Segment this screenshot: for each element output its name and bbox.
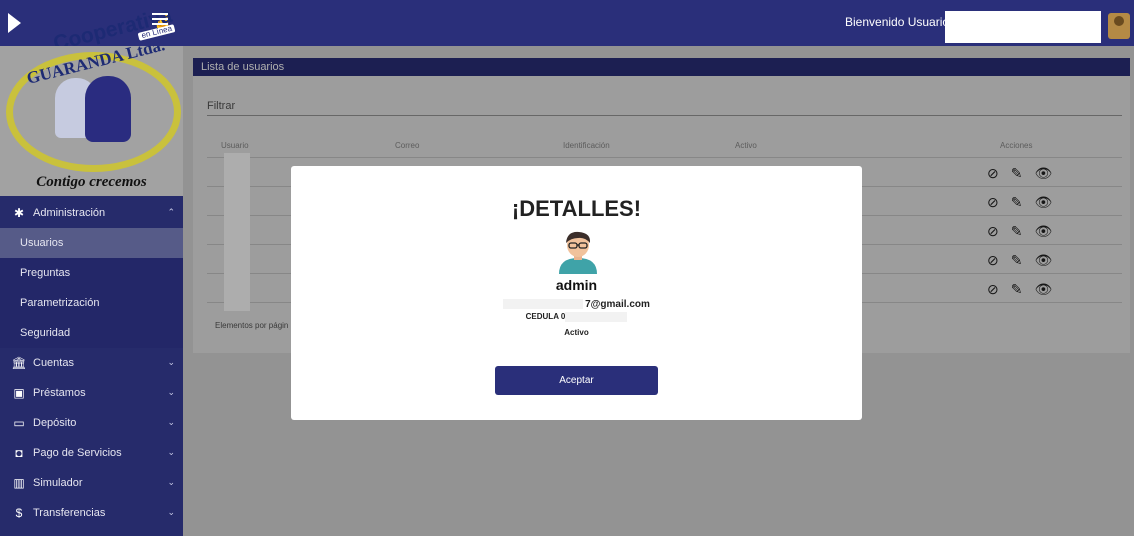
chevron-down-icon: ⌄ (167, 447, 175, 457)
sidebar-item-simulador[interactable]: ▥ Simulador ⌄ (0, 468, 183, 498)
dollar-icon: $ (15, 506, 23, 520)
sidebar-item-label: Seguridad (20, 327, 71, 339)
user-name-field (945, 11, 1101, 43)
sidebar-item-label: Pago de Servicios (33, 447, 122, 459)
sidebar-item-label: Preguntas (20, 267, 71, 279)
sidebar-item-transferencias[interactable]: $ Transferencias ⌄ (0, 498, 183, 528)
chevron-down-icon: ⌄ (167, 357, 175, 367)
sidebar-nav: ✱ Administración ⌃ Usuarios Preguntas Paramet… (0, 198, 183, 536)
logo-figure-dark (85, 76, 131, 142)
modal-email: 7@gmail.com (291, 299, 862, 310)
modal-status: Activo (564, 328, 589, 337)
details-modal: ¡DETALLES! admin 7@gmail.com CEDULA 0 Ac… (291, 166, 862, 420)
sidebar-item-pago-de-servicios[interactable]: ◘ Pago de Servicios ⌄ (0, 438, 183, 468)
logo-slogan: Contigo crecemos (36, 174, 147, 190)
sidebar-item-administracion[interactable]: ✱ Administración ⌃ (0, 198, 183, 228)
sidebar-item-usuarios[interactable]: Usuarios (0, 228, 183, 258)
sidebar-item-deposito[interactable]: ▭ Depósito ⌄ (0, 408, 183, 438)
briefcase-icon: ◘ (15, 446, 23, 460)
loan-icon: ▣ (13, 386, 25, 400)
welcome-label: Bienvenido Usuario: (845, 15, 953, 29)
sidebar-item-label: Depósito (33, 417, 77, 429)
menu-toggle-icon[interactable] (152, 13, 168, 27)
sidebar-item-preguntas[interactable]: Preguntas (0, 258, 183, 288)
modal-cedula: CEDULA 0 (291, 312, 862, 322)
user-avatar[interactable] (1108, 13, 1130, 39)
sidebar-item-parametrizacion[interactable]: Parametrización (0, 288, 183, 318)
sidebar-item-label: Administración (33, 207, 106, 219)
gear-icon: ✱ (13, 206, 25, 220)
play-icon (8, 13, 21, 33)
chevron-down-icon: ⌄ (167, 387, 175, 397)
sidebar: GUARANDA Ltda. Contigo crecemos ✱ Adminis… (0, 46, 183, 536)
sidebar-item-cuentas[interactable]: 🏛 Cuentas ⌄ (0, 348, 183, 378)
chevron-down-icon: ⌄ (167, 477, 175, 487)
modal-user-name: admin (555, 277, 598, 293)
sidebar-item-label: Cuentas (33, 357, 74, 369)
sidebar-item-configuracion[interactable]: 🔧Configuración⌄ (0, 528, 183, 536)
sidebar-item-prestamos[interactable]: ▣ Préstamos ⌄ (0, 378, 183, 408)
chart-icon: ▥ (13, 476, 25, 490)
top-bar: Cooperativa en Línea ☝ Bienvenido Usuari… (0, 0, 1134, 55)
bank-icon: 🏛 (11, 356, 27, 370)
modal-title: ¡DETALLES! (511, 196, 642, 221)
card-icon: ▭ (13, 416, 25, 430)
chevron-up-icon: ⌃ (167, 207, 175, 217)
sidebar-item-label: Simulador (33, 477, 83, 489)
chevron-down-icon: ⌄ (167, 417, 175, 427)
user-avatar-icon (559, 231, 597, 274)
sidebar-item-seguridad[interactable]: Seguridad (0, 318, 183, 348)
sidebar-item-label: Transferencias (33, 507, 106, 519)
sidebar-item-label: Préstamos (33, 387, 86, 399)
brand-logo[interactable]: Cooperativa en Línea ☝ (8, 3, 176, 55)
accept-button[interactable]: Aceptar (495, 366, 658, 395)
chevron-down-icon: ⌄ (167, 507, 175, 517)
sidebar-item-label: Usuarios (20, 237, 64, 249)
cooperative-logo: GUARANDA Ltda. Contigo crecemos (0, 46, 183, 196)
sidebar-item-label: Parametrización (20, 297, 100, 309)
